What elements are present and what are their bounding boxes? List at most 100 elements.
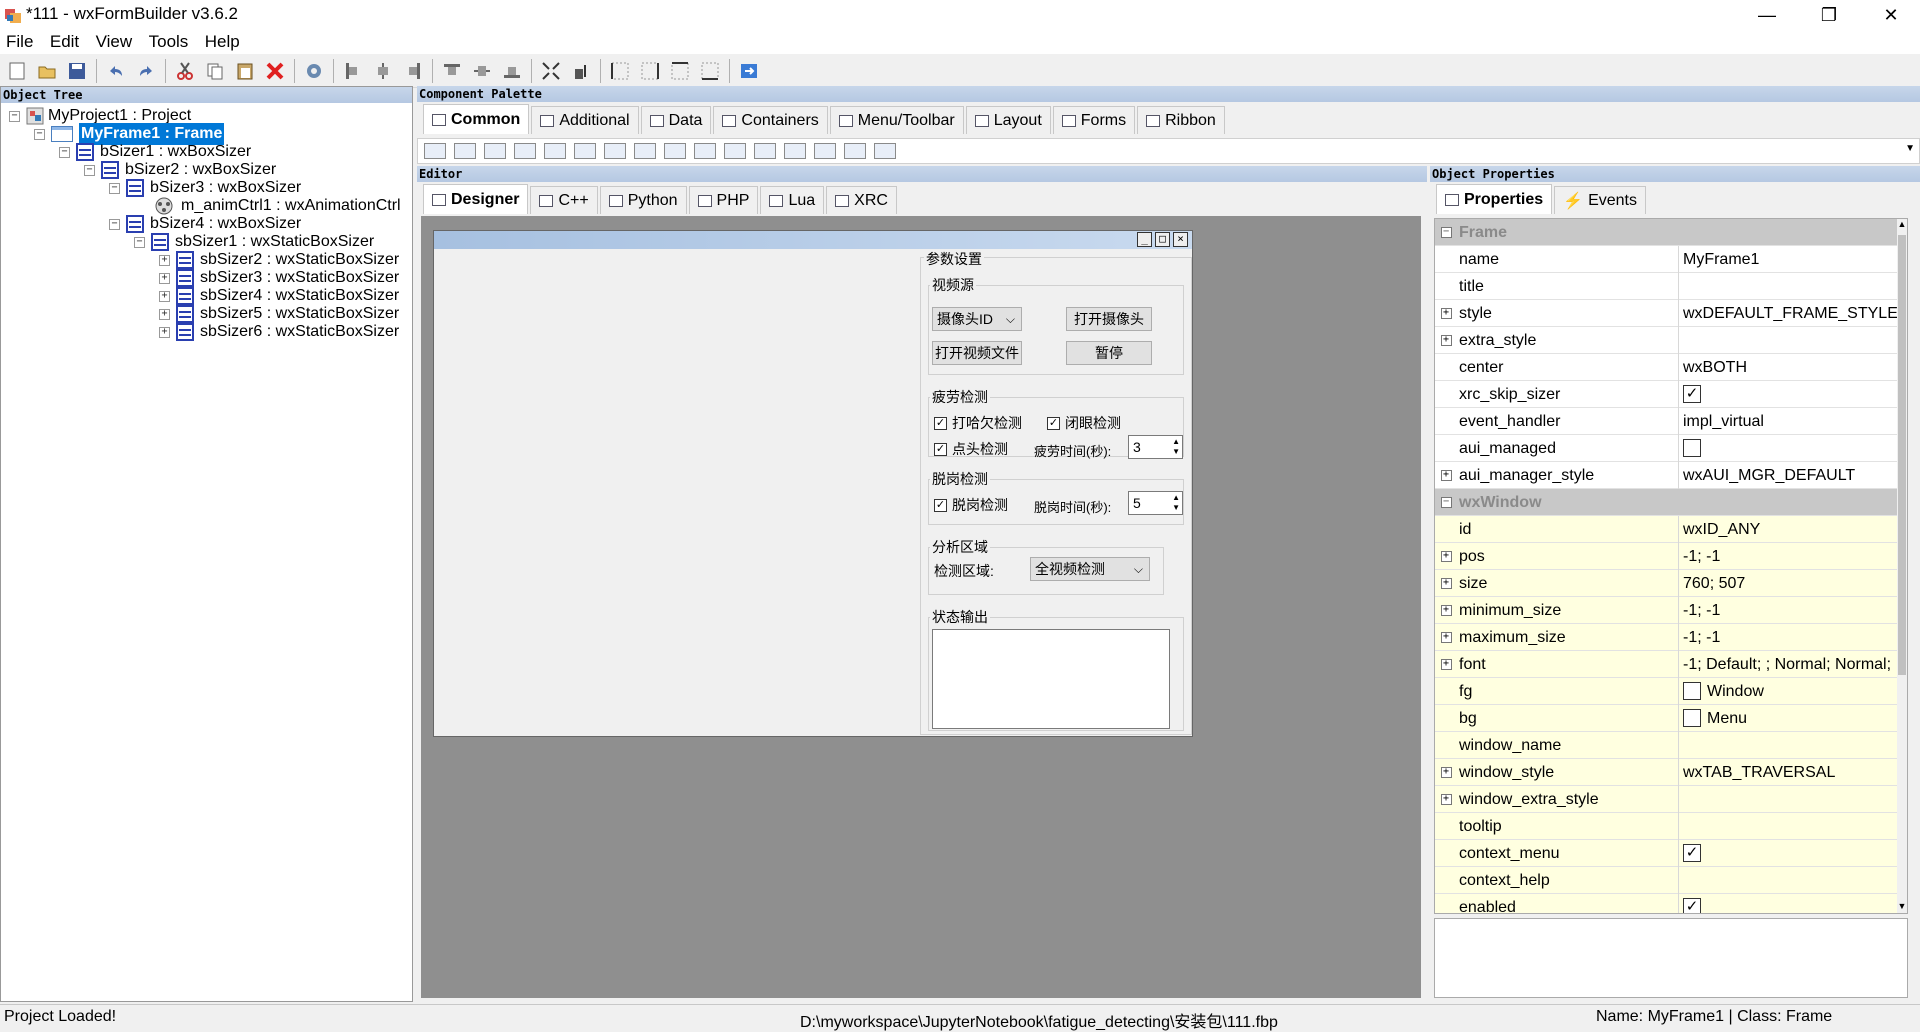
menu-file[interactable]: File [0,30,39,54]
property-checkbox[interactable] [1683,439,1701,457]
tab-layout[interactable]: Layout [965,106,1051,134]
settings-icon[interactable] [301,58,327,84]
property-value[interactable]: wxTAB_TRAVERSAL [1679,759,1899,785]
property-row[interactable]: enabled ✓ [1435,894,1899,913]
property-checkbox[interactable] [1683,709,1701,727]
redo-icon[interactable] [133,58,159,84]
expand-icon[interactable]: + [1440,767,1452,778]
collapse-icon[interactable]: − [1440,497,1452,508]
menu-tools[interactable]: Tools [143,30,195,54]
tab-php[interactable]: PHP [688,186,759,214]
property-row[interactable]: bg Menu [1435,705,1899,732]
property-row[interactable]: + style wxDEFAULT_FRAME_STYLE [1435,300,1899,327]
menu-edit[interactable]: Edit [44,30,85,54]
property-checkbox[interactable]: ✓ [1683,844,1701,862]
property-row[interactable]: tooltip [1435,813,1899,840]
combo-box-icon[interactable] [604,143,626,159]
yawn-checkbox[interactable]: ✓ 打哈欠检测 [934,413,1022,433]
property-row[interactable]: + pos -1; -1 [1435,543,1899,570]
align-bottom-icon[interactable] [499,58,525,84]
property-row[interactable]: + extra_style [1435,327,1899,354]
property-row[interactable]: event_handler impl_virtual [1435,408,1899,435]
expand-icon[interactable]: + [1440,632,1452,643]
property-value[interactable]: 760; 507 [1679,570,1899,596]
border-left-icon[interactable] [607,58,633,84]
frame-minimize-button[interactable]: _ [1137,232,1152,247]
slider-icon[interactable] [844,143,866,159]
expand-icon[interactable]: + [159,326,170,338]
checkbox-icon[interactable] [724,143,746,159]
collapse-icon[interactable]: − [59,146,70,158]
scroll-down-icon[interactable]: ▼ [1897,901,1907,913]
property-value[interactable]: ✓ [1679,894,1899,913]
expand-icon[interactable]: + [159,254,170,266]
property-value[interactable]: MyFrame1 [1679,246,1899,272]
property-row[interactable]: + size 760; 507 [1435,570,1899,597]
scroll-up-icon[interactable]: ▲ [1897,219,1907,233]
spin-up-icon[interactable]: ▲ [1172,437,1180,447]
collapse-icon[interactable]: − [9,110,20,122]
property-grid-scrollbar[interactable]: ▲ ▼ [1897,219,1907,913]
border-right-icon[interactable] [637,58,663,84]
button-icon[interactable] [424,143,446,159]
list-box-icon[interactable] [664,143,686,159]
collapse-icon[interactable]: − [1440,227,1452,238]
align-left-icon[interactable] [340,58,366,84]
property-row[interactable]: center wxBOTH [1435,354,1899,381]
property-row[interactable]: context_help [1435,867,1899,894]
palette-dropdown-icon[interactable]: ▼ [1905,143,1915,154]
property-value[interactable]: -1; -1 [1679,597,1899,623]
text-ctrl-icon[interactable] [514,143,536,159]
stretch-icon[interactable] [568,58,594,84]
static-line-icon[interactable] [814,143,836,159]
camera-id-combo[interactable]: 摄像头ID ⌵ [932,307,1022,331]
eyes-checkbox[interactable]: ✓ 闭眼检测 [1047,413,1121,433]
delete-icon[interactable] [262,58,288,84]
property-value[interactable]: wxDEFAULT_FRAME_STYLE [1679,300,1899,326]
collapse-icon[interactable]: − [109,182,120,194]
designer-canvas[interactable]: _ □ × 参数设置 视频源 摄像头ID ⌵ 打开摄像头 打开视频文件 暂停 疲劳… [421,216,1421,998]
tab-cpp[interactable]: C++ [530,186,598,214]
tab-containers[interactable]: Containers [713,106,828,134]
property-value[interactable] [1679,327,1899,353]
bitmap-icon[interactable] [544,143,566,159]
close-button[interactable]: ✕ [1862,0,1920,30]
minimize-button[interactable]: — [1738,0,1796,30]
property-value[interactable]: -1; -1 [1679,624,1899,650]
maximize-button[interactable]: ❐ [1800,0,1858,30]
copy-icon[interactable] [202,58,228,84]
expand-icon[interactable]: + [1440,551,1452,562]
tab-events[interactable]: ⚡ Events [1554,186,1646,214]
property-value[interactable] [1679,867,1899,893]
tab-forms[interactable]: Forms [1052,106,1136,134]
property-value[interactable]: -1; Default; ; Normal; Normal; [1679,651,1899,677]
spin-up-icon[interactable]: ▲ [1172,493,1180,503]
expand-icon[interactable]: + [1440,794,1452,805]
property-value[interactable] [1679,813,1899,839]
tab-ribbon[interactable]: Ribbon [1137,106,1225,134]
property-value[interactable]: ✓ [1679,381,1899,407]
property-value[interactable]: wxAUI_MGR_DEFAULT [1679,462,1899,488]
property-value[interactable]: Menu [1679,705,1899,731]
collapse-icon[interactable]: − [134,236,145,248]
expand-icon[interactable]: + [1440,578,1452,589]
property-row[interactable]: + minimum_size -1; -1 [1435,597,1899,624]
property-row[interactable]: + window_extra_style [1435,786,1899,813]
nod-checkbox[interactable]: ✓ 点头检测 [934,439,1008,459]
tab-additional[interactable]: Additional [531,106,639,134]
property-row[interactable]: + aui_manager_style wxAUI_MGR_DEFAULT [1435,462,1899,489]
list-ctrl-icon[interactable] [694,143,716,159]
property-checkbox[interactable]: ✓ [1683,385,1701,403]
fatigue-time-spinner[interactable]: 3 ▲ ▼ [1128,435,1183,459]
tab-data[interactable]: Data [640,106,712,134]
spin-down-icon[interactable]: ▼ [1172,447,1180,457]
new-icon[interactable] [4,58,30,84]
menu-help[interactable]: Help [199,30,246,54]
open-camera-button[interactable]: 打开摄像头 [1066,307,1152,331]
align-middle-icon[interactable] [469,58,495,84]
expand-icon[interactable]: + [1440,659,1452,670]
expand-icon[interactable]: + [159,290,170,302]
property-row[interactable]: fg Window [1435,678,1899,705]
radio-button-icon[interactable] [784,143,806,159]
menu-view[interactable]: View [90,30,139,54]
